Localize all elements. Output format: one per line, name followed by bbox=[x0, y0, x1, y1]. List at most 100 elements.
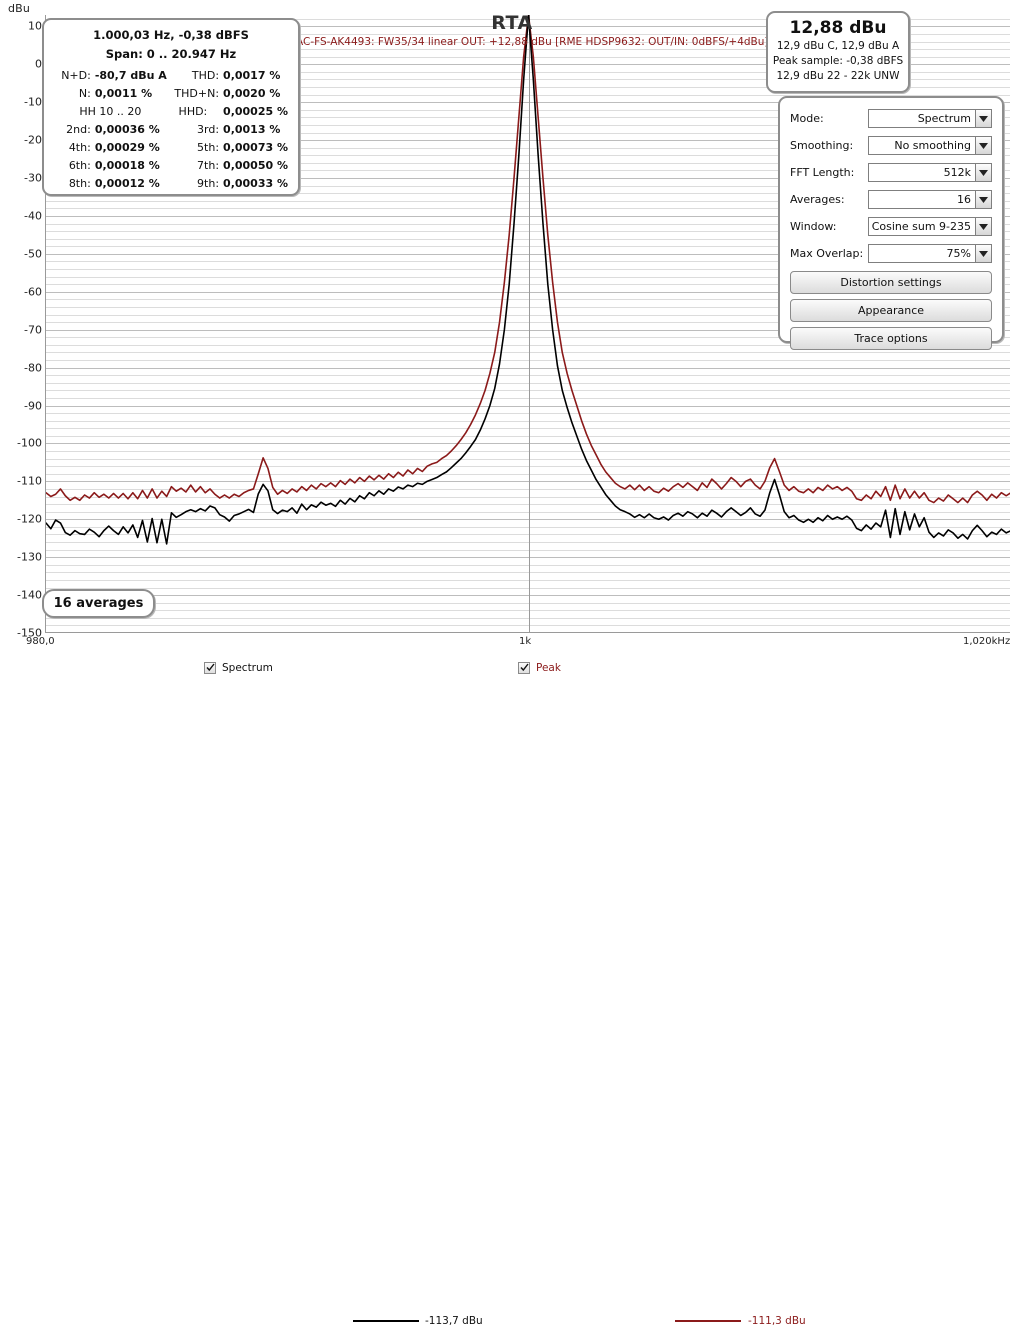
n-label: N: bbox=[78, 86, 91, 100]
checkbox-spectrum[interactable] bbox=[204, 661, 216, 674]
hhd-label: HHD: bbox=[178, 104, 208, 118]
window-value[interactable]: Cosine sum 9-235 bbox=[868, 217, 975, 236]
legend-swatch-peak bbox=[675, 1320, 741, 1322]
h2-value: 0,00036 % bbox=[94, 122, 160, 136]
table-row: 8th: 0,00012 % 9th: 0,00033 % bbox=[54, 174, 288, 192]
level-peak-sample: Peak sample: -0,38 dBFS bbox=[772, 55, 904, 67]
h2-label: 2nd: bbox=[66, 122, 91, 136]
chevron-down-icon[interactable] bbox=[975, 109, 992, 128]
smoothing-select[interactable]: No smoothing bbox=[868, 136, 992, 155]
trace-options-button[interactable]: Trace options bbox=[790, 327, 992, 350]
y-axis-tick: -70 bbox=[24, 323, 42, 337]
y-axis-tick: -50 bbox=[24, 247, 42, 261]
setting-row-smoothing: Smoothing: No smoothing bbox=[790, 133, 992, 158]
table-row: 6th: 0,00018 % 7th: 0,00050 % bbox=[54, 156, 288, 174]
h4-label: 4th: bbox=[68, 140, 91, 154]
level-unweighted-value: 12,9 dBu 22 - 22k UNW bbox=[776, 70, 900, 82]
level-readout-panel: 12,88 dBu 12,9 dBu C, 12,9 dBu A Peak sa… bbox=[766, 11, 910, 93]
window-label: Window: bbox=[790, 220, 837, 233]
h9-value: 0,00033 % bbox=[223, 176, 288, 190]
averages-badge: 16 averages bbox=[42, 589, 155, 618]
fft-length-value[interactable]: 512k bbox=[868, 163, 975, 182]
level-weighted-value: 12,9 dBu C, 12,9 dBu A bbox=[776, 40, 900, 52]
h8-label: 8th: bbox=[68, 176, 91, 190]
thdn-label: THD+N: bbox=[174, 86, 220, 100]
y-axis-tick: -100 bbox=[17, 436, 42, 450]
h3-value: 0,0013 % bbox=[223, 122, 281, 136]
legend-item-spectrum[interactable]: Spectrum bbox=[204, 661, 273, 674]
y-axis-tick: -30 bbox=[24, 171, 42, 185]
legend-value-peak: -111,3 dBu bbox=[748, 1315, 806, 1327]
table-row: N+D: -80,7 dBu A THD: 0,0017 % bbox=[54, 66, 288, 84]
chevron-down-icon[interactable] bbox=[975, 163, 992, 182]
x-axis-tick-center: 1k bbox=[519, 636, 532, 647]
chevron-down-icon[interactable] bbox=[975, 217, 992, 236]
chevron-down-icon[interactable] bbox=[975, 244, 992, 263]
distortion-measurement-panel: 1.000,03 Hz, -0,38 dBFS Span: 0 .. 20.94… bbox=[42, 18, 300, 196]
y-axis-tick: -10 bbox=[24, 95, 42, 109]
max-overlap-select[interactable]: 75% bbox=[868, 244, 992, 263]
nd-value: -80,7 dBu A bbox=[94, 68, 167, 82]
appearance-button[interactable]: Appearance bbox=[790, 299, 992, 322]
distortion-table: N+D: -80,7 dBu A THD: 0,0017 % N: 0,0011… bbox=[54, 66, 288, 192]
cursor-readout: 1.000,03 Hz, -0,38 dBFS bbox=[93, 28, 249, 42]
h5-value: 0,00073 % bbox=[223, 140, 288, 154]
max-overlap-label: Max Overlap: bbox=[790, 247, 864, 260]
h6-value: 0,00018 % bbox=[94, 158, 160, 172]
thd-value: 0,0017 % bbox=[223, 68, 281, 82]
legend: Spectrum -113,7 dBu Peak -111,3 dBu bbox=[0, 655, 1024, 1327]
y-axis: dBu 10 0 -10 -20 -30 -40 -50 -60 -70 -80 -90 -100 -1… bbox=[0, 0, 45, 680]
h8-value: 0,00012 % bbox=[94, 176, 160, 190]
n-value: 0,0011 % bbox=[94, 86, 153, 100]
hh-range-label: HH 10 .. 20 bbox=[79, 104, 142, 118]
averages-value[interactable]: 16 bbox=[868, 190, 975, 209]
smoothing-value[interactable]: No smoothing bbox=[868, 136, 975, 155]
table-row: N: 0,0011 % THD+N: 0,0020 % bbox=[54, 84, 288, 102]
chevron-down-icon[interactable] bbox=[975, 136, 992, 155]
y-axis-tick: -40 bbox=[24, 209, 42, 223]
setting-row-averages: Averages: 16 bbox=[790, 187, 992, 212]
legend-label-peak: Peak bbox=[536, 661, 561, 674]
y-axis-tick: -90 bbox=[24, 399, 42, 412]
h5-label: 5th: bbox=[197, 140, 220, 154]
legend-label-spectrum: Spectrum bbox=[222, 661, 273, 674]
mode-value[interactable]: Spectrum bbox=[868, 109, 975, 128]
y-axis-tick: -140 bbox=[17, 588, 42, 602]
checkbox-peak[interactable] bbox=[518, 661, 530, 674]
setting-row-mode: Mode: Spectrum bbox=[790, 106, 992, 131]
table-row: HH 10 .. 20 HHD: 0,00025 % bbox=[54, 102, 288, 120]
y-axis-tick: -60 bbox=[24, 285, 42, 299]
max-overlap-value[interactable]: 75% bbox=[868, 244, 975, 263]
legend-item-peak[interactable]: Peak bbox=[518, 661, 561, 674]
distortion-settings-button[interactable]: Distortion settings bbox=[790, 271, 992, 294]
setting-row-fft-length: FFT Length: 512k bbox=[790, 160, 992, 185]
span-readout: Span: 0 .. 20.947 Hz bbox=[105, 47, 237, 61]
table-row: 2nd: 0,00036 % 3rd: 0,0013 % bbox=[54, 120, 288, 138]
y-axis-tick: -20 bbox=[24, 133, 42, 147]
h3-label: 3rd: bbox=[197, 122, 220, 136]
thd-label: THD: bbox=[191, 68, 220, 82]
y-axis-tick: -130 bbox=[17, 550, 42, 564]
h4-value: 0,00029 % bbox=[94, 140, 160, 154]
h7-value: 0,00050 % bbox=[223, 158, 288, 172]
h7-label: 7th: bbox=[197, 158, 220, 172]
y-axis-tick: -110 bbox=[17, 474, 42, 488]
analyzer-settings-panel: Mode: Spectrum Smoothing: No smoothing F… bbox=[778, 96, 1004, 350]
legend-swatch-spectrum bbox=[353, 1320, 419, 1322]
averages-select[interactable]: 16 bbox=[868, 190, 992, 209]
thdn-value: 0,0020 % bbox=[223, 86, 281, 100]
window-select[interactable]: Cosine sum 9-235 bbox=[868, 217, 992, 236]
setting-row-max-overlap: Max Overlap: 75% bbox=[790, 241, 992, 266]
fft-length-select[interactable]: 512k bbox=[868, 163, 992, 182]
level-main-value: 12,88 dBu bbox=[789, 18, 887, 38]
legend-value-spectrum: -113,7 dBu bbox=[425, 1315, 483, 1327]
x-axis-tick-right: 1,020kHz bbox=[963, 636, 1011, 647]
chevron-down-icon[interactable] bbox=[975, 190, 992, 209]
fft-length-label: FFT Length: bbox=[790, 166, 855, 179]
table-row: 4th: 0,00029 % 5th: 0,00073 % bbox=[54, 138, 288, 156]
h9-label: 9th: bbox=[197, 176, 220, 190]
h6-label: 6th: bbox=[68, 158, 91, 172]
hhd-value: 0,00025 % bbox=[223, 104, 288, 118]
setting-row-window: Window: Cosine sum 9-235 bbox=[790, 214, 992, 239]
mode-select[interactable]: Spectrum bbox=[868, 109, 992, 128]
